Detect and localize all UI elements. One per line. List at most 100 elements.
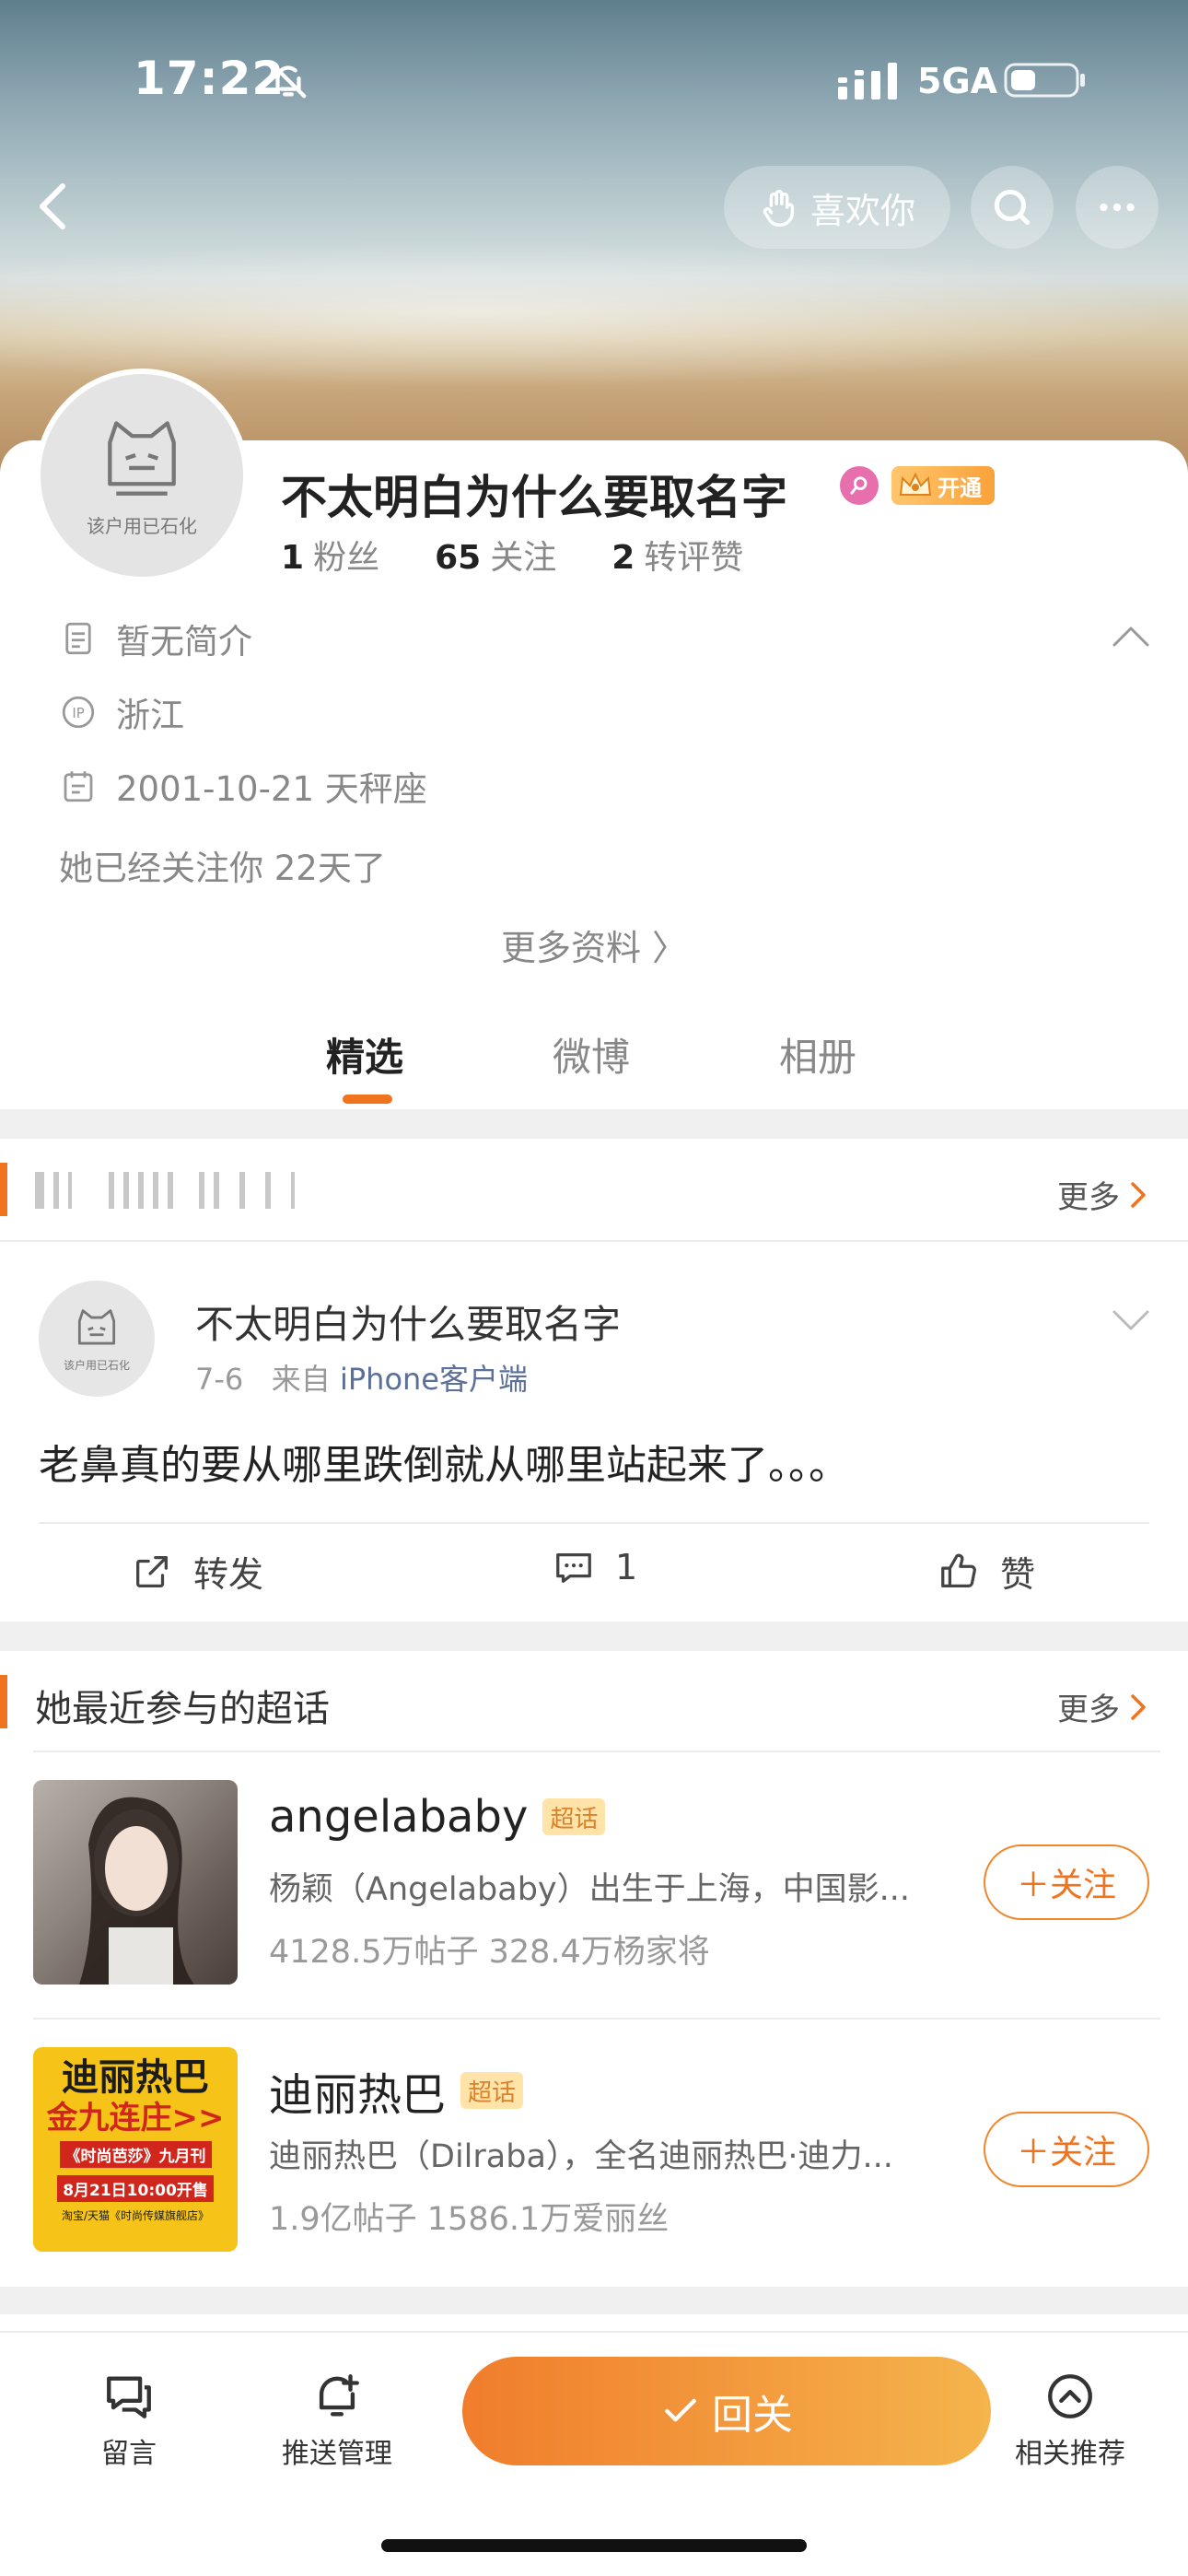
birthday-row: 2001-10-21 天秤座 xyxy=(59,761,427,811)
post-author-name[interactable]: 不太明白为什么要取名字 xyxy=(195,1294,621,1350)
stat-interactions[interactable]: 2 转评赞 xyxy=(611,531,743,579)
following-count: 65 xyxy=(435,539,482,577)
stat-fans[interactable]: 1 粉丝 xyxy=(281,531,379,579)
chevron-right-icon xyxy=(1131,1693,1146,1720)
tab-album[interactable]: 相册 xyxy=(779,1026,856,1083)
supertopic-cover-photo xyxy=(33,1780,238,1985)
chat-bubbles-icon xyxy=(107,2376,151,2418)
supertopic-item[interactable]: 迪丽热巴 金九连庄>> 《时尚芭莎》九月刊 8月21日10:00开售 淘宝/天猫… xyxy=(0,2020,1188,2287)
chevron-up-icon[interactable] xyxy=(1111,623,1151,650)
section-accent xyxy=(0,1163,7,1216)
follow-supertopic-button[interactable]: ＋关注 xyxy=(984,2112,1149,2187)
supertopic-stats: 4128.5万帖子 328.4万杨家将 xyxy=(269,1934,710,1971)
supertopics-more-link[interactable]: 更多 xyxy=(1057,1684,1149,1729)
ip-location: 浙江 xyxy=(116,696,184,735)
featured-more-label: 更多 xyxy=(1057,1179,1120,1216)
interactions-count: 2 xyxy=(611,539,635,577)
supertopics-more-label: 更多 xyxy=(1057,1692,1120,1728)
obscured-title xyxy=(35,1172,304,1209)
share-icon xyxy=(136,1555,168,1587)
featured-more-link[interactable]: 更多 xyxy=(1057,1172,1149,1217)
repost-label: 转发 xyxy=(193,1554,264,1595)
message-label: 留言 xyxy=(101,2438,157,2470)
supertopic-item[interactable]: angelababy 超话 杨颖（Angelababy）出生于上海，中国影...… xyxy=(0,1752,1188,2020)
more-info-link[interactable]: 更多资料 〉 xyxy=(0,919,1188,970)
chevron-right-icon xyxy=(1131,1181,1146,1208)
poster-line: 迪丽热巴 xyxy=(62,2056,209,2099)
repost-button[interactable]: 转发 xyxy=(131,1546,263,1597)
birthday-text: 2001-10-21 天秤座 xyxy=(116,769,427,809)
petrified-cat-icon xyxy=(77,1308,116,1344)
section-divider xyxy=(0,2287,1188,2314)
fans-label: 粉丝 xyxy=(313,539,380,577)
profile-username: 不太明白为什么要取名字 xyxy=(281,471,787,524)
chevron-down-icon[interactable] xyxy=(1111,1306,1151,1334)
home-indicator[interactable] xyxy=(381,2539,807,2552)
back-arrow-icon[interactable] xyxy=(26,179,77,234)
supertopic-badge: 超话 xyxy=(542,1798,606,1835)
weibo-post[interactable]: 该户用已石化 不太明白为什么要取名字 7-6 来自 iPhone客户端 老鼻真的… xyxy=(0,1240,1188,1622)
svg-text:IP: IP xyxy=(72,705,84,721)
supertopic-desc: 迪丽热巴（Dilraba），全名迪丽热巴·迪力... xyxy=(269,2138,893,2175)
related-recommend-button[interactable]: 相关推荐 xyxy=(1015,2370,1125,2471)
ellipsis-icon xyxy=(1100,203,1135,212)
profile-avatar[interactable]: 该户用已石化 xyxy=(35,369,249,582)
bio-text: 暂无简介 xyxy=(116,622,252,662)
tab-active-indicator xyxy=(343,1095,392,1104)
post-source[interactable]: iPhone客户端 xyxy=(340,1362,528,1397)
follow-supertopic-button[interactable]: ＋关注 xyxy=(984,1844,1149,1920)
comment-count: 1 xyxy=(615,1547,638,1587)
vip-open-badge[interactable]: 开通 xyxy=(891,466,995,505)
status-time: 17:22 xyxy=(134,52,285,105)
post-date: 7-6 xyxy=(195,1362,244,1397)
bell-plus-icon xyxy=(319,2374,359,2417)
section-divider xyxy=(0,1109,1188,1139)
banner-haze xyxy=(0,240,1188,387)
supertopic-name-text: angelababy xyxy=(269,1791,529,1843)
interactions-label: 转评赞 xyxy=(644,539,744,577)
vip-open-label: 开通 xyxy=(938,474,982,501)
stat-following[interactable]: 65 关注 xyxy=(435,531,556,579)
more-options-button[interactable] xyxy=(1076,166,1159,249)
post-meta: 7-6 来自 iPhone客户端 xyxy=(195,1356,528,1399)
like-button[interactable]: 赞 xyxy=(938,1546,1035,1597)
search-button[interactable] xyxy=(971,166,1054,249)
tab-weibo[interactable]: 微博 xyxy=(553,1026,630,1083)
supertopics-title: 她最近参与的超话 xyxy=(35,1688,330,1730)
supertopic-stats: 1.9亿帖子 1586.1万爱丽丝 xyxy=(269,2201,670,2238)
thumbs-up-icon xyxy=(941,1553,976,1587)
message-button[interactable]: 留言 xyxy=(101,2370,157,2471)
section-divider xyxy=(0,1622,1188,1651)
ip-row: IP 浙江 xyxy=(59,687,184,737)
avatar-caption: 该户用已石化 xyxy=(87,514,197,537)
top-nav: 喜欢你 xyxy=(0,166,1188,249)
petrified-cat-icon xyxy=(108,420,176,496)
supertopic-name-text: 迪丽热巴 xyxy=(269,2069,447,2121)
calendar-icon xyxy=(64,771,93,802)
circle-chevron-up-icon xyxy=(1048,2374,1092,2418)
user-badges: 开通 xyxy=(840,466,995,505)
battery-icon xyxy=(1004,63,1085,98)
fans-count: 1 xyxy=(281,539,305,577)
next-section-peek xyxy=(0,2314,1188,2331)
like-label: 赞 xyxy=(1000,1554,1036,1595)
push-settings-button[interactable]: 推送管理 xyxy=(282,2370,392,2471)
follow-days-text: 她已经关注你 22天了 xyxy=(59,849,386,888)
follow-back-button[interactable]: 回关 xyxy=(462,2357,991,2465)
avatar-caption: 该户用已石化 xyxy=(63,1358,130,1372)
like-you-button[interactable]: 喜欢你 xyxy=(724,166,950,249)
push-settings-label: 推送管理 xyxy=(282,2438,392,2470)
divider xyxy=(39,1522,1149,1524)
supertopics-header: 她最近参与的超话 更多 xyxy=(0,1651,1188,1752)
tab-featured[interactable]: 精选 xyxy=(326,1026,403,1083)
featured-section-header: 更多 xyxy=(0,1139,1188,1240)
following-label: 关注 xyxy=(490,539,557,577)
verified-badge-icon[interactable] xyxy=(840,466,879,505)
comment-button[interactable]: 1 xyxy=(553,1546,637,1588)
profile-tabs: 精选 微博 相册 xyxy=(0,1013,1188,1106)
supertopic-name: angelababy 超话 xyxy=(269,1791,606,1843)
post-author-avatar[interactable]: 该户用已石化 xyxy=(39,1281,155,1397)
poster-line: 8月21日10:00开售 xyxy=(57,2175,214,2202)
signal-icon xyxy=(838,63,897,100)
supertopic-badge: 超话 xyxy=(460,2072,524,2109)
